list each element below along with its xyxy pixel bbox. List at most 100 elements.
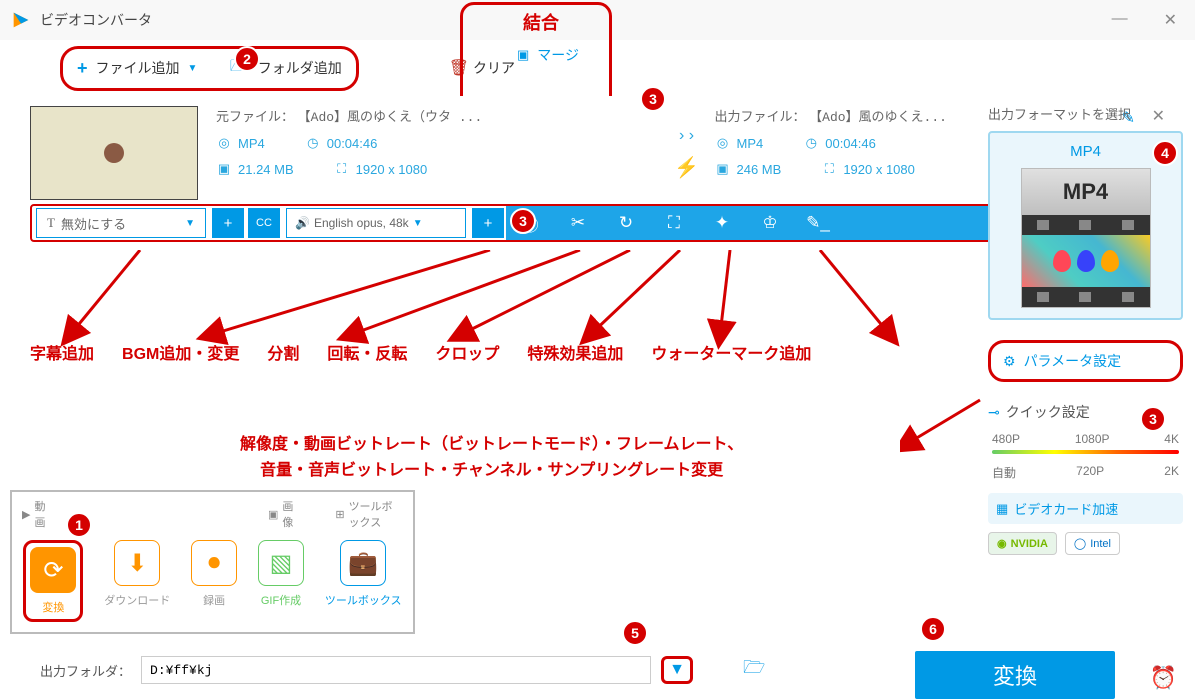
output-folder-label: 出力フォルダ： [40, 661, 131, 680]
mode-convert[interactable]: ⟳ 変換 [23, 540, 83, 622]
output-filename: 【Ado】風のゆくえ... [809, 110, 947, 125]
effects-button[interactable]: ✦ [698, 206, 746, 240]
open-folder-button[interactable]: 🗁 [743, 655, 765, 685]
top-toolbar: + ファイル追加 ▼ 🗁 フォルダ追加 🗑 クリア 結合 ▣ マージ [0, 40, 1195, 96]
output-format-label: 出力フォーマットを選択 [988, 104, 1183, 123]
record-icon: ⏺ [191, 540, 237, 586]
crop-button[interactable]: ⛶ [650, 206, 698, 240]
download-icon: ⬇ [114, 540, 160, 586]
tab-video[interactable]: ▶ 動画 [22, 498, 48, 530]
gpu-acceleration-toggle[interactable]: ▦ ビデオカード加速 [988, 493, 1183, 524]
mode-record[interactable]: ⏺ 録画 [191, 540, 237, 622]
add-file-group: + ファイル追加 ▼ 🗁 フォルダ追加 [60, 46, 359, 91]
close-button[interactable]: ✕ [1156, 6, 1185, 34]
source-label: 元ファイル： [216, 109, 294, 124]
watermark-button[interactable]: ♔ [746, 206, 794, 240]
convert-icon: ⟳ [30, 547, 76, 593]
speaker-icon: 🔊 [295, 216, 310, 230]
text-icon: T [47, 215, 55, 231]
resolution-icon: ⛶ [821, 161, 837, 177]
add-subtitle-button[interactable]: + [212, 208, 244, 238]
mode-toolbox[interactable]: 💼 ツールボックス [325, 540, 402, 622]
format-icon: ◎ [216, 135, 232, 151]
step-badge-3a: 3 [640, 86, 666, 112]
step-badge-3b: 3 [510, 208, 536, 234]
merge-button[interactable]: ▣ マージ [507, 39, 589, 71]
nvidia-icon: ◉ [997, 537, 1007, 550]
lightning-icon: ⚡ [674, 155, 699, 180]
subtitle-select[interactable]: T 無効にする ▼ [36, 208, 206, 238]
chevron-down-icon: ▼ [185, 218, 195, 229]
cc-button[interactable]: CC [248, 208, 280, 238]
tab-image[interactable]: ▣ 画像 [268, 498, 295, 530]
add-file-button[interactable]: ファイル追加 [96, 58, 180, 78]
rotate-button[interactable]: ↻ [602, 206, 650, 240]
mode-panel: ▶ 動画 ▣ 画像 ⊞ ツールボックス ⟳ 変換 ⬇ ダウンロード ⏺ 録画 ▧… [10, 490, 415, 634]
folder-icon: ▣ [216, 161, 232, 177]
merge-icon: ▣ [517, 47, 529, 63]
output-format: MP4 [737, 136, 764, 151]
output-folder-dropdown[interactable]: ▼ [661, 656, 693, 684]
parameter-settings-button[interactable]: ⚙ パラメータ設定 [988, 340, 1183, 382]
add-audio-button[interactable]: + [472, 208, 504, 238]
nvidia-badge: ◉NVIDIA [988, 532, 1057, 555]
convert-button[interactable]: 変換 [915, 651, 1115, 699]
subtitle-edit-button[interactable]: ✎_ [794, 206, 842, 240]
right-panel: 出力フォーマットを選択 MP4 MP4 ⚙ パラメータ設定 ⊸ クイック設定 4… [988, 104, 1183, 555]
annotation-arrows [20, 250, 980, 350]
source-format: MP4 [238, 136, 265, 151]
tab-toolbox[interactable]: ⊞ ツールボックス [335, 498, 403, 530]
resolution-icon: ⛶ [334, 161, 350, 177]
app-title: ビデオコンバータ [40, 10, 152, 30]
chevron-down-icon[interactable]: ▼ [188, 63, 198, 74]
add-folder-button[interactable]: フォルダ追加 [258, 58, 342, 78]
output-label: 出力ファイル： [715, 109, 806, 124]
arrow-icon: › › [679, 127, 694, 145]
chevron-down-icon: ▼ [413, 218, 423, 229]
plus-icon: + [77, 58, 88, 79]
step-badge-6: 6 [920, 616, 946, 642]
mode-download[interactable]: ⬇ ダウンロード [104, 540, 170, 622]
source-duration: 00:04:46 [327, 136, 378, 151]
output-resolution: 1920 x 1080 [843, 162, 915, 177]
edit-tool-annotations: 字幕追加 BGM追加・変更 分割 回転・反転 クロップ 特殊効果追加 ウォーター… [30, 340, 811, 364]
combine-label: 結合 [523, 9, 559, 35]
gpu-vendors: ◉NVIDIA ◯Intel [988, 532, 1183, 555]
minimize-button[interactable]: — [1104, 6, 1136, 34]
output-size: 246 MB [737, 162, 782, 177]
format-icon: ◎ [715, 135, 731, 151]
clock-icon: ◷ [305, 135, 321, 151]
folder-icon: ▣ [715, 161, 731, 177]
param-arrow [900, 395, 990, 455]
intel-badge: ◯Intel [1065, 532, 1120, 555]
param-annotation: 解像度・動画ビットレート（ビットレートモード）・フレームレート、 音量・音声ビッ… [240, 432, 743, 483]
gif-icon: ▧ [258, 540, 304, 586]
video-thumbnail[interactable] [30, 106, 198, 200]
app-logo: ビデオコンバータ [10, 9, 152, 31]
format-thumbnail: MP4 [1021, 168, 1151, 308]
toolbox-icon: 💼 [340, 540, 386, 586]
mode-gif[interactable]: ▧ GIF作成 [258, 540, 304, 622]
intel-icon: ◯ [1074, 537, 1086, 550]
step-badge-2: 2 [234, 46, 260, 72]
format-name: MP4 [1000, 143, 1171, 160]
audio-select[interactable]: 🔊 English opus, 48k ▼ [286, 208, 466, 238]
source-resolution: 1920 x 1080 [356, 162, 428, 177]
step-badge-5: 5 [622, 620, 648, 646]
output-duration: 00:04:46 [825, 136, 876, 151]
chip-icon: ▦ [996, 501, 1008, 517]
logo-icon [10, 9, 32, 31]
step-badge-4: 4 [1152, 140, 1178, 166]
source-size: 21.24 MB [238, 162, 294, 177]
schedule-button[interactable]: ⏰ [1150, 665, 1177, 691]
resolution-labels-bottom: 自動720P2K [988, 464, 1183, 481]
cut-button[interactable]: ✂ [554, 206, 602, 240]
resolution-labels-top: 480P1080P4K [988, 432, 1183, 446]
window-controls: — ✕ [1104, 6, 1185, 34]
sliders-icon: ⊸ [988, 404, 1000, 421]
output-folder-input[interactable] [141, 656, 651, 684]
sliders-icon: ⚙ [1003, 353, 1016, 370]
resolution-slider[interactable] [992, 450, 1179, 454]
source-info: 元ファイル： 【Ado】風のゆくえ（ウタ ... ◎MP4 ◷00:04:46 … [208, 106, 667, 200]
source-filename: 【Ado】風のゆくえ（ウタ ... [298, 110, 483, 125]
